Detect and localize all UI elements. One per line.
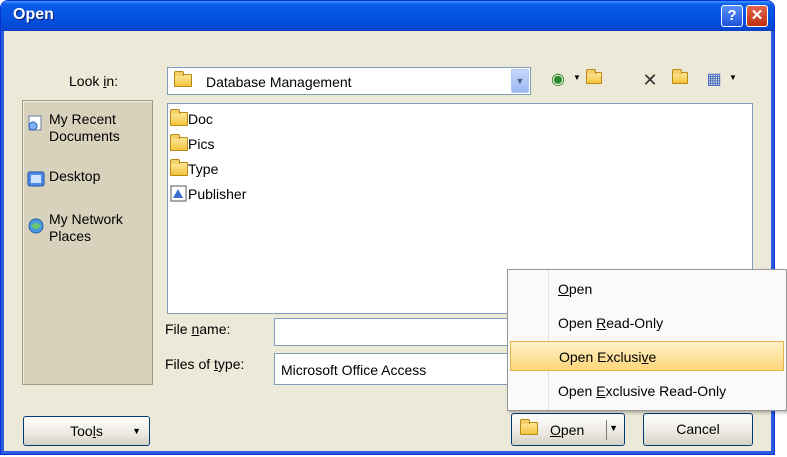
recent-documents-icon [27, 113, 45, 131]
open-button[interactable]: Open ▼ [511, 413, 625, 446]
cancel-button[interactable]: Cancel [643, 413, 753, 446]
place-label: Desktop [49, 168, 101, 184]
back-icon[interactable]: ◉ [547, 69, 569, 91]
place-label: My Network Places [49, 211, 123, 244]
file-name: Type [188, 161, 219, 177]
files-of-type-select[interactable]: Microsoft Office Access [274, 353, 514, 385]
folder-icon [170, 109, 188, 126]
menu-item-open-exclusive[interactable]: Open Exclusive [510, 341, 784, 371]
folder-icon [170, 159, 188, 176]
file-name: Pics [188, 136, 215, 152]
split-divider [606, 420, 607, 440]
desktop-icon [27, 170, 45, 188]
places-bar: My Recent Documents Desktop My Network Pla… [22, 100, 153, 385]
files-of-type-label: Files of type: [165, 356, 245, 372]
files-of-type-value: Microsoft Office Access [281, 362, 427, 378]
file-name-label: File name: [165, 321, 231, 337]
place-label: My Recent Documents [49, 111, 120, 144]
file-name: Doc [188, 111, 213, 127]
dialog-title: Open [13, 6, 54, 23]
title-bar[interactable]: Open ? ✕ [1, 1, 774, 31]
folder-icon [170, 134, 188, 151]
folder-icon [174, 71, 192, 87]
back-dropdown-icon[interactable]: ▼ [573, 73, 581, 82]
new-folder-icon[interactable] [669, 69, 691, 91]
menu-item-open[interactable]: Open [510, 274, 784, 304]
file-name: Publisher [188, 186, 247, 202]
help-button[interactable]: ? [721, 5, 743, 27]
menu-item-open-exclusive-read-only[interactable]: Open Exclusive Read-Only [510, 376, 784, 406]
views-dropdown-icon[interactable]: ▼ [729, 73, 737, 82]
look-in-label: Look in: [69, 73, 119, 89]
chevron-down-icon[interactable]: ▼ [511, 69, 529, 93]
look-in-value: Database Management [206, 74, 352, 90]
open-options-menu: Open Open Read-Only Open Exclusive Open … [507, 269, 787, 411]
close-button[interactable]: ✕ [746, 5, 768, 27]
network-places-icon [27, 217, 45, 235]
up-one-level-icon[interactable] [583, 69, 605, 91]
open-button-label: Open [550, 422, 585, 438]
open-folder-icon [520, 419, 538, 435]
menu-item-open-read-only[interactable]: Open Read-Only [510, 308, 784, 338]
delete-icon[interactable]: ✕ [639, 69, 661, 91]
look-in-combo[interactable]: Database Management ▼ [167, 67, 531, 95]
open-dropdown-icon[interactable]: ▼ [609, 423, 618, 433]
views-icon[interactable]: ▦ [703, 69, 725, 91]
file-name-input[interactable] [274, 318, 514, 346]
chevron-down-icon: ▼ [132, 426, 141, 436]
publisher-file-icon [170, 185, 188, 202]
tools-button[interactable]: Tools ▼ [23, 416, 150, 446]
